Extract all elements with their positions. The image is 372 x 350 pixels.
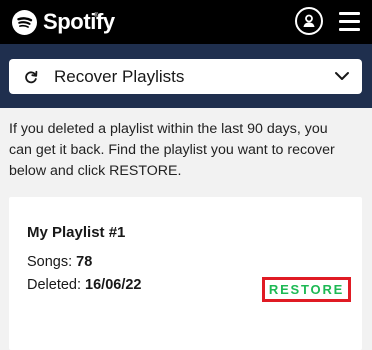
hamburger-menu-icon[interactable] bbox=[339, 12, 360, 31]
songs-row: Songs: 78 bbox=[27, 254, 92, 270]
intro-line: can get it back. Find the playlist you w… bbox=[9, 142, 335, 158]
profile-icon bbox=[303, 14, 315, 27]
spotify-logo[interactable]: Spotify ® bbox=[12, 9, 115, 35]
restore-button[interactable]: RESTORE bbox=[262, 277, 351, 302]
playlist-card: My Playlist #1 Songs: 78 Deleted: 16/06/… bbox=[9, 197, 362, 350]
spotify-logo-icon bbox=[12, 9, 37, 35]
intro-line: below and click RESTORE. bbox=[9, 163, 182, 179]
playlist-title: My Playlist #1 bbox=[27, 224, 126, 241]
top-navigation-bar: Spotify ® bbox=[0, 0, 372, 44]
page-header-band: Recover Playlists bbox=[0, 44, 372, 108]
intro-line: If you deleted a playlist within the las… bbox=[9, 121, 328, 137]
songs-count: 78 bbox=[76, 254, 93, 270]
intro-text: If you deleted a playlist within the las… bbox=[9, 119, 365, 182]
trademark-symbol: ® bbox=[94, 13, 99, 19]
refresh-icon bbox=[25, 70, 38, 84]
deleted-row: Deleted: 16/06/22 bbox=[27, 277, 142, 293]
dropdown-selected-label: Recover Playlists bbox=[54, 67, 185, 86]
deleted-date: 16/06/22 bbox=[85, 277, 142, 293]
chevron-down-icon bbox=[335, 72, 349, 80]
brand-name: Spotify bbox=[43, 9, 115, 34]
deleted-label: Deleted: bbox=[27, 277, 86, 293]
profile-button[interactable] bbox=[295, 7, 323, 35]
section-dropdown[interactable]: Recover Playlists bbox=[9, 59, 362, 94]
songs-label: Songs: bbox=[27, 254, 77, 270]
